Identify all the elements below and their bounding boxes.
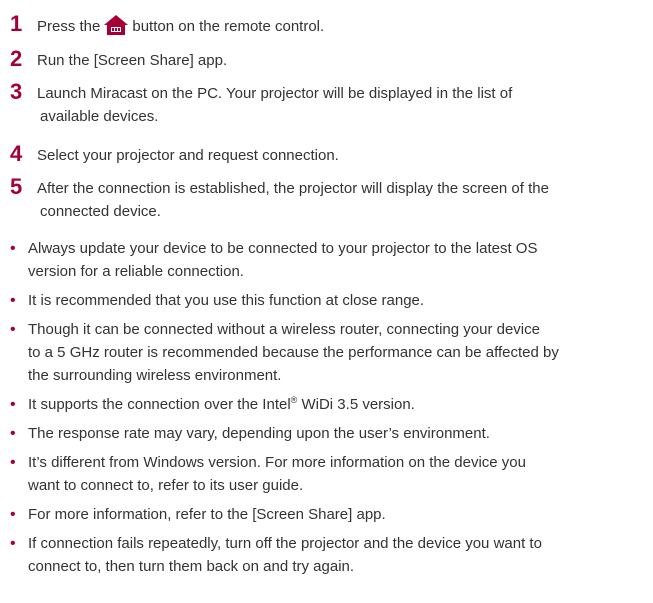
note-item: • Though it can be connected without a w… xyxy=(10,318,640,387)
note-line: want to connect to, refer to its user gu… xyxy=(28,477,304,494)
home-icon xyxy=(103,14,129,36)
note-line: connect to, then turn them back on and t… xyxy=(28,558,355,575)
note-line: It is recommended that you use this func… xyxy=(28,292,425,309)
step-text: After the connection is established, the… xyxy=(37,177,637,223)
note-text: If connection fails repeatedly, turn off… xyxy=(28,532,640,578)
step-number: 4 xyxy=(10,141,23,166)
step-5: 5 After the connection is established, t… xyxy=(10,175,640,225)
bullet-icon: • xyxy=(10,396,16,413)
step-number: 2 xyxy=(10,46,23,71)
note-text-after: WiDi 3.5 version. xyxy=(297,396,415,413)
bullet-icon: • xyxy=(10,535,16,552)
note-item: • If connection fails repeatedly, turn o… xyxy=(10,532,640,578)
note-line: The response rate may vary, depending up… xyxy=(28,425,490,442)
bullet-icon: • xyxy=(10,321,16,338)
note-line: If connection fails repeatedly, turn off… xyxy=(28,535,542,552)
step-3: 3 Launch Miracast on the PC. Your projec… xyxy=(10,80,640,130)
note-line: to a 5 GHz router is recommended because… xyxy=(28,344,559,361)
bullet-icon: • xyxy=(10,425,16,442)
note-line: Though it can be connected without a wir… xyxy=(28,321,540,338)
step-text-before: Press the xyxy=(37,18,101,35)
note-text: It supports the connection over the Inte… xyxy=(28,393,640,416)
note-line: the surrounding wireless environment. xyxy=(28,367,282,384)
note-line: Always update your device to be connecte… xyxy=(28,240,538,257)
bullet-icon: • xyxy=(10,292,16,309)
step-number: 5 xyxy=(10,174,23,199)
note-text-before: It supports the connection over the Inte… xyxy=(28,396,291,413)
note-text: For more information, refer to the [Scre… xyxy=(28,503,640,526)
note-line: For more information, refer to the [Scre… xyxy=(28,506,386,523)
note-item: • It is recommended that you use this fu… xyxy=(10,289,640,312)
step-text: Run the [Screen Share] app. xyxy=(37,52,228,69)
note-text: The response rate may vary, depending up… xyxy=(28,422,640,445)
step-text-line: available devices. xyxy=(40,108,159,125)
step-text: Press the button on the remote control. xyxy=(37,14,637,38)
bullet-icon: • xyxy=(10,506,16,523)
step-text: Launch Miracast on the PC. Your projecto… xyxy=(37,82,637,128)
note-text: Though it can be connected without a wir… xyxy=(28,318,640,387)
step-number: 3 xyxy=(10,79,23,104)
instructions-page: 1 Press the button on the remote control.… xyxy=(0,0,653,603)
note-text: It is recommended that you use this func… xyxy=(28,289,640,312)
step-text-line: After the connection is established, the… xyxy=(37,180,549,197)
step-text-line: connected device. xyxy=(40,203,161,220)
step-text-line: Launch Miracast on the PC. Your projecto… xyxy=(37,85,513,102)
note-item: • The response rate may vary, depending … xyxy=(10,422,640,445)
bullet-icon: • xyxy=(10,454,16,471)
step-4: 4 Select your projector and request conn… xyxy=(10,142,640,168)
note-item: • It supports the connection over the In… xyxy=(10,393,640,416)
note-item: • For more information, refer to the [Sc… xyxy=(10,503,640,526)
note-line: It’s different from Windows version. For… xyxy=(28,454,526,471)
bullet-icon: • xyxy=(10,240,16,257)
note-line: version for a reliable connection. xyxy=(28,263,244,280)
step-text-after: button on the remote control. xyxy=(132,18,325,35)
note-item: • Always update your device to be connec… xyxy=(10,237,640,283)
step-1: 1 Press the button on the remote control. xyxy=(10,12,640,38)
note-text: Always update your device to be connecte… xyxy=(28,237,640,283)
step-2: 2 Run the [Screen Share] app. xyxy=(10,47,640,73)
step-text: Select your projector and request connec… xyxy=(37,147,339,164)
step-number: 1 xyxy=(10,11,23,36)
note-item: • It’s different from Windows version. F… xyxy=(10,451,640,497)
note-text: It’s different from Windows version. For… xyxy=(28,451,640,497)
